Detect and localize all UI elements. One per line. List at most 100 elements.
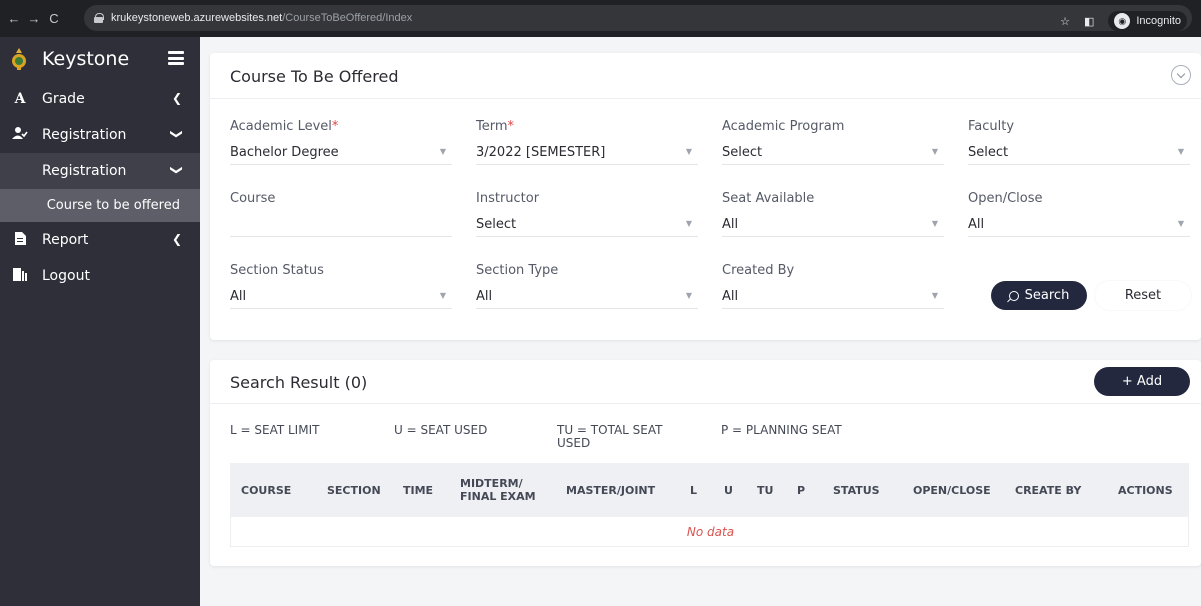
chevron-down-icon: ❯: [169, 164, 184, 176]
back-arrow-icon[interactable]: ←: [4, 11, 24, 26]
term-field: Term* 3/2022 [SEMESTER] ▼: [476, 119, 698, 165]
caret-down-icon: ▼: [685, 147, 692, 156]
select-value: Select: [722, 145, 763, 160]
sidebar-item-label: Course to be offered: [46, 198, 180, 213]
person-check-icon: [10, 126, 30, 144]
col-exam[interactable]: MIDTERM/ FINAL EXAM: [460, 463, 536, 517]
search-button[interactable]: Search: [991, 281, 1087, 310]
chevron-left-icon: ❮: [171, 232, 182, 246]
collapse-chevron-icon[interactable]: [1171, 65, 1191, 85]
academic-program-select[interactable]: Select ▼: [722, 143, 944, 165]
instructor-select[interactable]: Select ▼: [476, 215, 698, 237]
divider: [210, 403, 1201, 404]
sidebar-item-registration[interactable]: Registration ❯: [0, 117, 200, 153]
col-create-by[interactable]: CREATE BY: [1015, 463, 1081, 517]
caret-down-icon: ▼: [685, 291, 692, 300]
results-title: Search Result (0): [230, 373, 368, 392]
field-label: Section Type: [476, 263, 559, 278]
course-input[interactable]: [230, 215, 452, 237]
keystone-logo-icon: [12, 48, 26, 70]
incognito-label: Incognito: [1136, 15, 1181, 27]
reset-button[interactable]: Reset: [1095, 281, 1191, 310]
academic-level-select[interactable]: Bachelor Degree ▼: [230, 143, 452, 165]
search-icon: [1008, 290, 1019, 301]
incognito-badge[interactable]: ◉ Incognito: [1108, 11, 1187, 31]
col-status[interactable]: STATUS: [833, 463, 880, 517]
grade-icon: A: [14, 91, 26, 107]
select-value: Bachelor Degree: [230, 145, 339, 160]
col-actions[interactable]: ACTIONS: [1118, 463, 1173, 517]
caret-down-icon: ▼: [931, 219, 938, 228]
faculty-field: Faculty Select ▼: [968, 119, 1190, 165]
select-value: All: [722, 217, 739, 232]
reload-icon[interactable]: C: [44, 11, 64, 26]
caret-down-icon: ▼: [931, 291, 938, 300]
col-time[interactable]: TIME: [403, 463, 433, 517]
select-value: Select: [476, 217, 517, 232]
browser-chrome: ← → C krukeystoneweb.azurewebsites.net/C…: [0, 0, 1201, 37]
legend-planning-seat: P = PLANNING SEAT: [721, 423, 842, 437]
star-icon[interactable]: ☆: [1060, 15, 1070, 28]
add-button[interactable]: + Add: [1094, 367, 1190, 396]
side-panel-icon[interactable]: ◧: [1084, 15, 1094, 28]
caret-down-icon: ▼: [439, 291, 446, 300]
faculty-select[interactable]: Select ▼: [968, 143, 1190, 165]
col-master-joint[interactable]: MASTER/JOINT: [566, 463, 655, 517]
field-label: Section Status: [230, 263, 324, 278]
forward-arrow-icon[interactable]: →: [24, 11, 44, 26]
section-type-field: Section Type All ▼: [476, 263, 698, 309]
incognito-icon: ◉: [1114, 13, 1131, 29]
open-close-field: Open/Close All ▼: [968, 191, 1190, 237]
course-field: Course: [230, 191, 452, 237]
col-p[interactable]: P: [797, 463, 805, 517]
term-select[interactable]: 3/2022 [SEMESTER] ▼: [476, 143, 698, 165]
field-label: Created By: [722, 263, 795, 278]
sidebar: Keystone A Grade ❮ Registration ❯ Regist…: [0, 37, 200, 606]
sidebar-subitem-course-to-be-offered[interactable]: Course to be offered: [0, 189, 200, 222]
reset-button-label: Reset: [1124, 288, 1162, 303]
col-u[interactable]: U: [724, 463, 733, 517]
sidebar-item-label: Report: [42, 232, 89, 248]
table-body: No data: [230, 517, 1189, 547]
add-button-label: + Add: [1121, 374, 1163, 389]
field-label: Term: [476, 119, 508, 134]
sidebar-item-label: Grade: [42, 91, 85, 107]
caret-down-icon: ▼: [1177, 219, 1184, 228]
col-exam-line: MIDTERM/: [460, 477, 523, 490]
document-icon: [10, 231, 30, 249]
url-path: /CourseToBeOffered/Index: [282, 12, 413, 24]
caret-down-icon: ▼: [685, 219, 692, 228]
hamburger-menu-icon[interactable]: [168, 51, 184, 65]
legend-line: USED: [557, 436, 591, 450]
seat-available-select[interactable]: All ▼: [722, 215, 944, 237]
search-button-label: Search: [1024, 288, 1070, 303]
col-course[interactable]: COURSE: [241, 463, 291, 517]
page-title: Course To Be Offered: [230, 67, 399, 86]
table-header: COURSE SECTION TIME MIDTERM/ FINAL EXAM …: [230, 463, 1189, 517]
sidebar-item-label: Registration: [42, 163, 127, 179]
col-tu[interactable]: TU: [757, 463, 773, 517]
chevron-left-icon: ❮: [171, 91, 182, 105]
divider: [210, 98, 1201, 99]
section-status-select[interactable]: All ▼: [230, 287, 452, 309]
sidebar-item-grade[interactable]: A Grade ❮: [0, 81, 200, 117]
field-label: Course: [230, 191, 276, 206]
sidebar-subitem-registration[interactable]: Registration ❯: [0, 153, 200, 189]
address-bar[interactable]: krukeystoneweb.azurewebsites.net/CourseT…: [84, 5, 1192, 31]
no-data-message: No data: [686, 525, 735, 539]
sidebar-item-logout[interactable]: Logout: [0, 258, 200, 294]
created-by-select[interactable]: All ▼: [722, 287, 944, 309]
field-label: Academic Program: [722, 119, 845, 134]
open-close-select[interactable]: All ▼: [968, 215, 1190, 237]
caret-down-icon: ▼: [439, 147, 446, 156]
col-section[interactable]: SECTION: [327, 463, 381, 517]
field-label: Instructor: [476, 191, 540, 206]
col-open-close[interactable]: OPEN/CLOSE: [913, 463, 991, 517]
brand-name: Keystone: [42, 48, 130, 70]
col-l[interactable]: L: [690, 463, 697, 517]
field-label: Faculty: [968, 119, 1015, 134]
sidebar-item-report[interactable]: Report ❮: [0, 222, 200, 258]
section-type-select[interactable]: All ▼: [476, 287, 698, 309]
select-value: All: [476, 289, 493, 304]
select-value: All: [968, 217, 985, 232]
